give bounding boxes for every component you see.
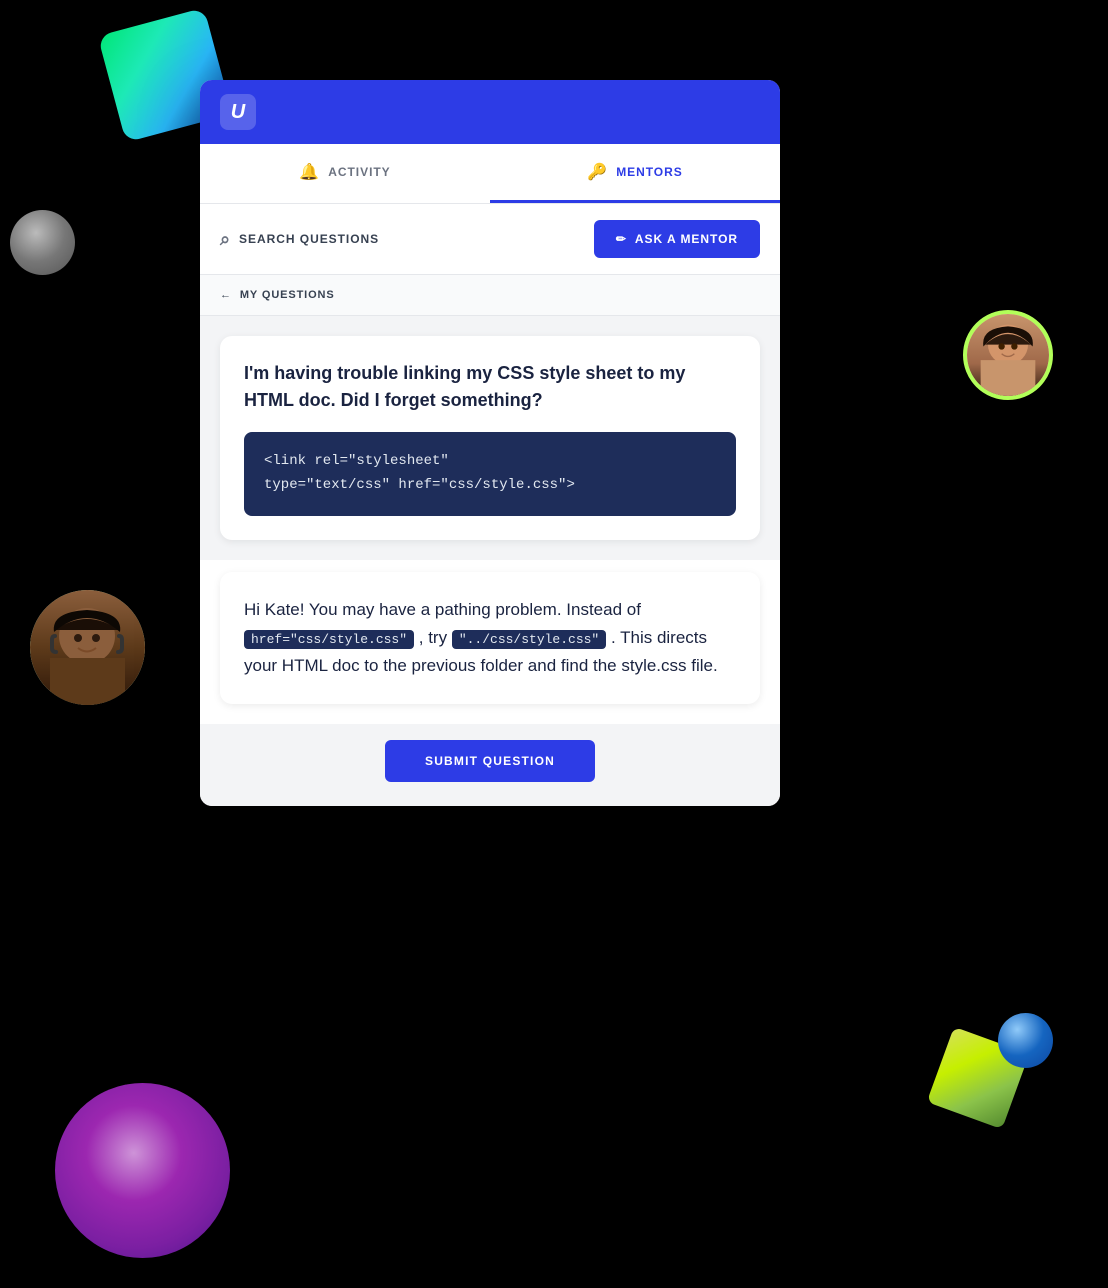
ask-mentor-button[interactable]: ✏ ASK A MENTOR xyxy=(594,220,760,258)
mentor-avatar-image xyxy=(967,314,1049,396)
app-header: U xyxy=(200,80,780,144)
search-icon: ⌕ xyxy=(220,229,231,250)
answer-intro: Hi Kate! You may have a pathing problem.… xyxy=(244,600,641,619)
code-block: <link rel="stylesheet" type="text/css" h… xyxy=(244,432,736,516)
key-icon: 🔑 xyxy=(587,162,608,182)
answer-bubble: Hi Kate! You may have a pathing problem.… xyxy=(220,572,760,704)
action-row: ⌕ SEARCH QUESTIONS ✏ ASK A MENTOR xyxy=(200,204,780,275)
nav-tabs: 🔔 ACTIVITY 🔑 MENTORS xyxy=(200,144,780,204)
tab-activity-label: ACTIVITY xyxy=(328,165,390,179)
student-avatar-image xyxy=(30,590,145,705)
app-card: U 🔔 ACTIVITY 🔑 MENTORS ⌕ SEARCH QUESTION… xyxy=(200,80,780,806)
submit-question-button[interactable]: SUBMIT QUESTION xyxy=(385,740,595,782)
app-logo: U xyxy=(220,94,256,130)
tab-mentors[interactable]: 🔑 MENTORS xyxy=(490,144,780,203)
question-bubble: I'm having trouble linking my CSS style … xyxy=(220,336,760,540)
submit-area: SUBMIT QUESTION xyxy=(200,724,780,806)
question-section: I'm having trouble linking my CSS style … xyxy=(200,316,780,560)
back-navigation[interactable]: ← MY QUESTIONS xyxy=(200,275,780,316)
search-label: SEARCH QUESTIONS xyxy=(239,232,379,246)
search-questions-button[interactable]: ⌕ SEARCH QUESTIONS xyxy=(220,229,582,250)
mentor-avatar xyxy=(963,310,1053,400)
bell-icon: 🔔 xyxy=(299,162,320,182)
answer-code1: href="css/style.css" xyxy=(244,630,414,649)
student-avatar xyxy=(30,590,145,705)
decorative-blue-circle xyxy=(998,1013,1053,1068)
answer-middle: , try xyxy=(414,628,452,647)
answer-code2: "../css/style.css" xyxy=(452,630,606,649)
ask-mentor-label: ASK A MENTOR xyxy=(635,232,738,246)
decorative-gray-circle xyxy=(10,210,75,275)
tab-mentors-label: MENTORS xyxy=(616,165,683,179)
answer-text: Hi Kate! You may have a pathing problem.… xyxy=(244,596,736,680)
tab-activity[interactable]: 🔔 ACTIVITY xyxy=(200,144,490,203)
decorative-purple-circle xyxy=(55,1083,230,1258)
back-nav-label: MY QUESTIONS xyxy=(240,289,335,301)
code-line-1: <link rel="stylesheet" xyxy=(264,450,716,474)
edit-icon: ✏ xyxy=(616,232,627,246)
arrow-left-icon: ← xyxy=(220,289,232,301)
question-text: I'm having trouble linking my CSS style … xyxy=(244,360,736,414)
code-line-2: type="text/css" href="css/style.css"> xyxy=(264,474,716,498)
